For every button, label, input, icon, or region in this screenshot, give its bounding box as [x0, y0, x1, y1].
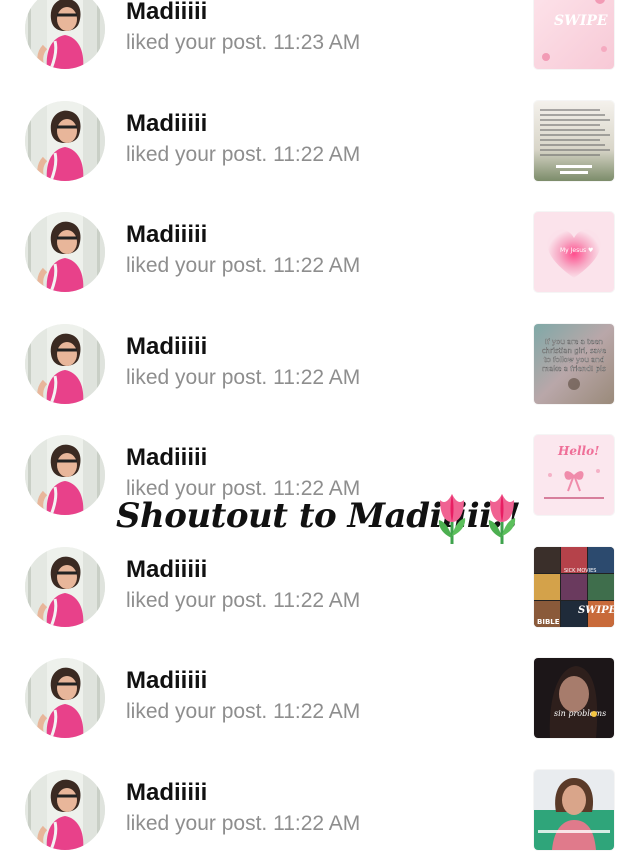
notification-action: liked your post. [126, 143, 268, 166]
notification-row[interactable]: Madiiiii liked your post. 11:22 AM BIBLE … [0, 516, 640, 628]
avatar[interactable] [25, 324, 105, 404]
svg-text:My Jesus ♥: My Jesus ♥ [560, 247, 593, 254]
svg-text:make a friend! pls: make a friend! pls [542, 365, 606, 373]
notification-time: 11:22 AM [273, 143, 361, 166]
notification-time: 11:23 AM [273, 31, 361, 54]
notification-text: liked your post. 11:22 AM [126, 700, 360, 724]
notification-row[interactable]: Madiiiii liked your post. 11:22 AM [0, 739, 640, 851]
svg-text:SICK MOVIES: SICK MOVIES [564, 568, 596, 574]
notification-action: liked your post. [126, 589, 268, 612]
avatar[interactable] [25, 547, 105, 627]
post-thumbnail[interactable]: SWIPE [534, 0, 614, 69]
notification-text: liked your post. 11:22 AM [126, 812, 360, 836]
notification-time: 11:22 AM [273, 589, 361, 612]
notification-time: 11:22 AM [273, 477, 361, 500]
username[interactable]: Madiiiii [126, 333, 207, 361]
username[interactable]: Madiiiii [126, 0, 207, 26]
svg-text:sin problems: sin problems [554, 709, 606, 718]
notification-time: 11:22 AM [273, 812, 361, 835]
avatar[interactable] [25, 212, 105, 292]
post-thumbnail[interactable]: If you are a teen christian girl, save to … [534, 324, 614, 404]
notification-text: liked your post. 11:22 AM [126, 254, 360, 278]
avatar[interactable] [25, 0, 105, 69]
notification-action: liked your post. [126, 700, 268, 723]
username[interactable]: Madiiiii [126, 779, 207, 807]
avatar[interactable] [25, 658, 105, 738]
notification-row[interactable]: Madiiiii liked your post. 11:22 AM My Jes… [0, 181, 640, 293]
notification-time: 11:22 AM [273, 700, 361, 723]
svg-text:SWIPE: SWIPE [554, 13, 608, 29]
post-thumbnail[interactable]: My Jesus ♥ [534, 212, 614, 292]
svg-text:christian girl, save: christian girl, save [542, 347, 606, 355]
notification-row[interactable]: Madiiiii liked your post. 11:23 AM SWIPE [0, 0, 640, 70]
post-thumbnail[interactable]: Hello! [534, 435, 614, 515]
svg-text:Hello!: Hello! [557, 444, 599, 458]
post-thumbnail[interactable]: sin problems [534, 658, 614, 738]
notification-text: liked your post. 11:22 AM [126, 477, 360, 501]
post-thumbnail[interactable] [534, 770, 614, 850]
notification-action: liked your post. [126, 366, 268, 389]
avatar[interactable] [25, 101, 105, 181]
notifications-list: Madiiiii liked your post. 11:23 AM SWIPE … [0, 0, 640, 855]
username[interactable]: Madiiiii [126, 556, 207, 584]
notification-text: liked your post. 11:22 AM [126, 589, 360, 613]
notification-text: liked your post. 11:23 AM [126, 31, 360, 55]
svg-text:BIBLE: BIBLE [537, 618, 560, 626]
post-thumbnail[interactable] [534, 101, 614, 181]
notification-action: liked your post. [126, 31, 268, 54]
notification-action: liked your post. [126, 477, 268, 500]
notification-row[interactable]: Madiiiii liked your post. 11:22 AM If you… [0, 293, 640, 405]
notification-text: liked your post. 11:22 AM [126, 366, 360, 390]
notification-row[interactable]: Madiiiii liked your post. 11:22 AM sin pr… [0, 627, 640, 739]
svg-text:to follow you and: to follow you and [544, 356, 604, 364]
notification-time: 11:22 AM [273, 254, 361, 277]
avatar[interactable] [25, 435, 105, 515]
username[interactable]: Madiiiii [126, 667, 207, 695]
username[interactable]: Madiiiii [126, 444, 207, 472]
notification-action: liked your post. [126, 254, 268, 277]
notification-row[interactable]: Madiiiii liked your post. 11:22 AM [0, 70, 640, 182]
username[interactable]: Madiiiii [126, 110, 207, 138]
notification-text: liked your post. 11:22 AM [126, 143, 360, 167]
post-thumbnail[interactable]: BIBLE SWIPE SICK MOVIES [534, 547, 614, 627]
notification-time: 11:22 AM [273, 366, 361, 389]
notification-action: liked your post. [126, 812, 268, 835]
svg-text:SWIPE: SWIPE [578, 605, 614, 616]
username[interactable]: Madiiiii [126, 221, 207, 249]
avatar[interactable] [25, 770, 105, 850]
notification-row[interactable]: Madiiiii liked your post. 11:22 AM Hello! [0, 404, 640, 516]
svg-text:If you are a teen: If you are a teen [545, 338, 603, 346]
